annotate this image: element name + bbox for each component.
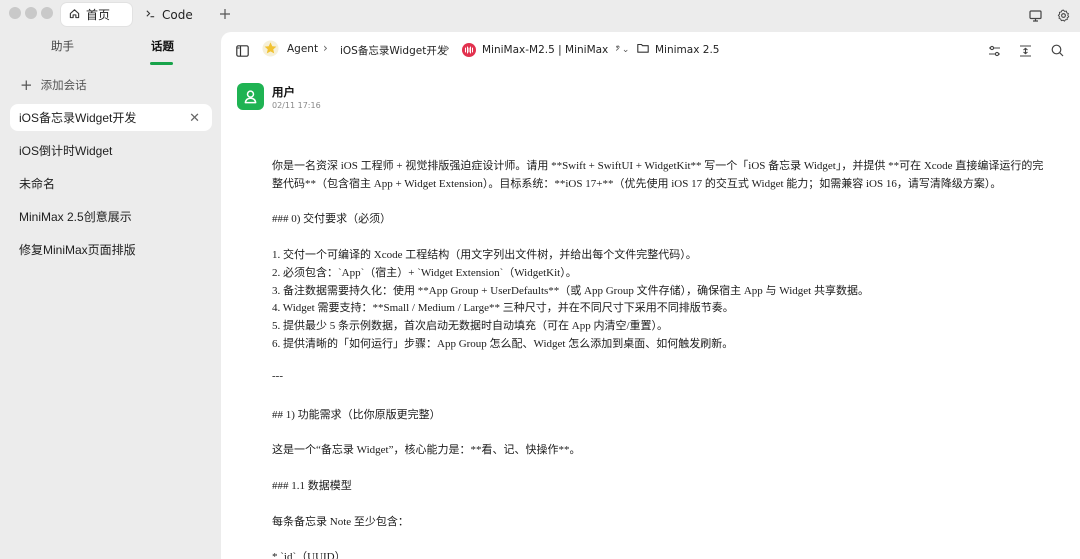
conversation-item[interactable]: 修复MiniMax页面排版 [10, 236, 212, 263]
conversation-item[interactable]: iOS倒计时Widget [10, 137, 212, 164]
conversation-item[interactable]: 未命名 [10, 170, 212, 197]
message-line: 5. 提供最少 5 条示例数据，首次启动无数据时自动填充（可在 App 内清空/… [272, 320, 668, 332]
conversation-label: iOS备忘录Widget开发 [19, 111, 137, 125]
window-zoom-button[interactable] [41, 7, 53, 19]
conversation-item[interactable]: iOS备忘录Widget开发 ✕ [10, 104, 212, 131]
folder-icon [637, 43, 649, 56]
plus-icon: + [20, 75, 33, 94]
folder-crumb[interactable]: Minimax 2.5 [637, 43, 719, 56]
message-line: 4. Widget 需要支持：**Small / Medium / Large*… [272, 302, 734, 314]
message-line: 6. 提供清晰的「如何运行」步骤：App Group 怎么配、Widget 怎么… [272, 338, 734, 350]
message-line: 每条备忘录 Note 至少包含： [272, 516, 409, 528]
close-icon[interactable]: ✕ [189, 110, 200, 126]
search-icon[interactable] [1051, 42, 1064, 61]
window-close-button[interactable] [9, 7, 21, 19]
tab-code[interactable]: Code [137, 3, 217, 26]
gear-icon[interactable] [1057, 7, 1070, 26]
message-timestamp: 02/11 17:16 [272, 101, 321, 110]
home-icon [69, 8, 86, 22]
chevron-right-icon: › [323, 41, 328, 55]
plus-icon[interactable] [219, 5, 231, 24]
add-conversation-label: 添加会话 [40, 78, 87, 92]
conversation-item[interactable]: MiniMax 2.5创意展示 [10, 203, 212, 230]
model-logo-icon [462, 43, 476, 57]
chevron-right-icon: › [445, 41, 450, 55]
tab-home[interactable]: 首页 [61, 3, 132, 26]
title-bar: 首页 Code [0, 0, 1080, 30]
message-line: 1. 交付一个可编译的 Xcode 工程结构（用文字列出文件树，并给出每个文件完… [272, 249, 697, 261]
message-line: 整代码**（包含宿主 App + Widget Extension）。目标系统：… [272, 178, 1002, 190]
message-line: * `id`（UUID） [272, 551, 346, 559]
folder-label: Minimax 2.5 [655, 43, 720, 56]
message-author: 用户 [272, 85, 295, 99]
model-selector[interactable]: MiniMax-M2.5 | MiniMax ⌃⌄ [462, 43, 629, 57]
tab-topics[interactable]: 话题 [151, 38, 174, 54]
toolbar: Agent › iOS备忘录Widget开发 › MiniMax-M2.5 | … [221, 32, 1080, 66]
breadcrumb-topic[interactable]: iOS备忘录Widget开发 [340, 43, 447, 58]
conversation-label: MiniMax 2.5创意展示 [19, 210, 132, 224]
sidebar-toggle-icon[interactable] [236, 42, 249, 61]
sidebar-tabs: 助手 话题 [0, 38, 220, 65]
message-line: ## 1) 功能需求（比你原版更完整） [272, 409, 441, 421]
message-line: 2. 必须包含：`App`（宿主）+ `Widget Extension`（Wi… [272, 267, 577, 279]
main-panel: Agent › iOS备忘录Widget开发 › MiniMax-M2.5 | … [221, 32, 1080, 559]
monitor-icon[interactable] [1029, 7, 1042, 26]
message-line: --- [272, 370, 283, 382]
avatar [237, 83, 264, 110]
sliders-icon[interactable] [988, 42, 1001, 61]
star-icon [262, 40, 279, 61]
user-icon [244, 90, 257, 104]
tab-label: Code [162, 7, 193, 22]
window-minimize-button[interactable] [25, 7, 37, 19]
message-line: ### 1.1 数据模型 [272, 480, 352, 492]
chevron-right-icon: › [615, 41, 620, 55]
collapse-icon[interactable] [1019, 42, 1032, 61]
model-label: MiniMax-M2.5 | MiniMax [482, 44, 609, 56]
terminal-icon [145, 8, 162, 22]
conversation-label: 未命名 [19, 177, 56, 191]
message-line: 你是一名资深 iOS 工程师 + 视觉排版强迫症设计师。请用 **Swift +… [272, 160, 1044, 172]
message-line: ### 0) 交付要求（必须） [272, 213, 392, 225]
conversation-label: 修复MiniMax页面排版 [19, 243, 136, 257]
message-line: 这是一个“备忘录 Widget”，核心能力是：**看、记、快操作**。 [272, 444, 581, 456]
add-conversation-button[interactable]: + 添加会话 [20, 77, 87, 93]
message-line: 3. 备注数据需要持久化：使用 **App Group + UserDefaul… [272, 285, 869, 297]
active-tab-indicator [150, 62, 173, 65]
conversation-label: iOS倒计时Widget [19, 144, 113, 158]
tab-label: 首页 [86, 8, 111, 22]
tab-assistant[interactable]: 助手 [51, 38, 74, 54]
sidebar: 助手 话题 + 添加会话 iOS备忘录Widget开发 ✕ iOS倒计时Widg… [0, 30, 220, 559]
breadcrumb-agent[interactable]: Agent [287, 43, 318, 55]
